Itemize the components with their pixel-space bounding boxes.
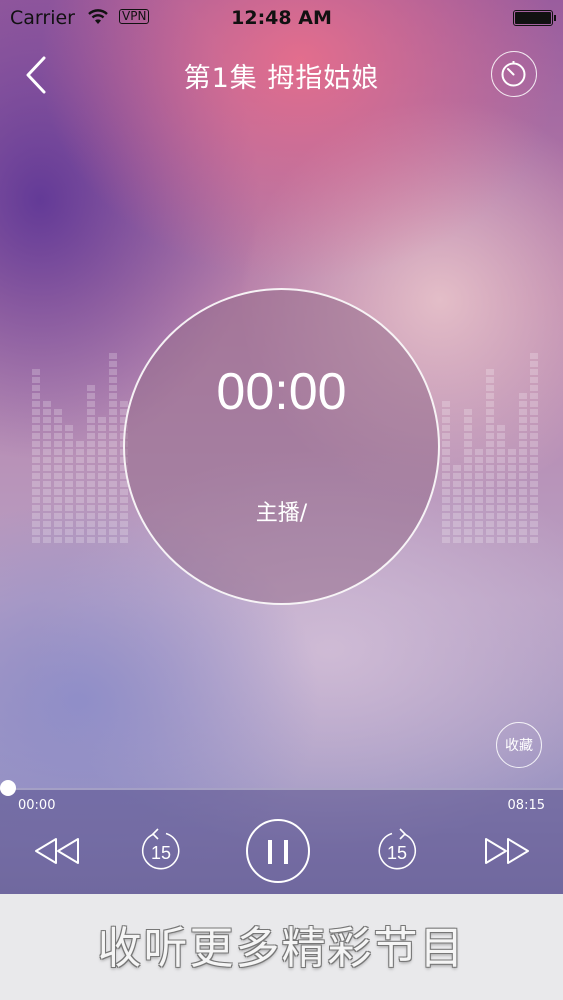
skip-forward-15-button[interactable]: 15 — [372, 826, 422, 876]
host-label: 主播/ — [255, 501, 308, 526]
episode-title: 第1集 拇指姑娘 — [183, 63, 380, 94]
promo-banner-text: 收听更多精彩节目 — [97, 923, 466, 974]
promo-banner[interactable]: 收听更多精彩节目 — [0, 894, 563, 1000]
back-button[interactable] — [18, 52, 58, 98]
svg-text:15: 15 — [387, 843, 407, 863]
equalizer-left — [32, 353, 128, 543]
total-time: 08:15 — [507, 798, 545, 813]
equalizer-right — [442, 353, 538, 543]
battery-icon — [513, 10, 556, 26]
elapsed-time-display: 00:00 — [216, 363, 347, 421]
skip-back-icon: 15 — [141, 828, 180, 870]
progress-knob[interactable] — [0, 780, 16, 796]
fast-forward-icon — [485, 838, 529, 864]
player-screen: Carrier VPN 12:48 AM 第1集 拇指姑娘 00:00 主播/ … — [0, 0, 563, 1000]
chevron-left-icon — [26, 56, 46, 94]
rewind-icon — [35, 838, 79, 864]
sleep-timer-button[interactable] — [491, 51, 537, 97]
playback-disc: 00:00 主播/ — [123, 288, 440, 605]
current-time: 00:00 — [18, 798, 56, 813]
status-bar: Carrier VPN 12:48 AM — [0, 0, 563, 36]
favorite-button[interactable]: 收藏 — [496, 722, 542, 768]
svg-text:15: 15 — [151, 843, 171, 863]
skip-forward-icon: 15 — [378, 828, 417, 870]
rewind-button[interactable] — [32, 833, 84, 869]
skip-back-15-button[interactable]: 15 — [136, 826, 186, 876]
fast-forward-button[interactable] — [480, 833, 532, 869]
pause-button[interactable] — [246, 819, 310, 883]
progress-track[interactable] — [0, 788, 563, 790]
pause-icon — [268, 840, 272, 864]
clock: 12:48 AM — [231, 7, 332, 29]
sleep-timer-icon — [501, 61, 526, 87]
